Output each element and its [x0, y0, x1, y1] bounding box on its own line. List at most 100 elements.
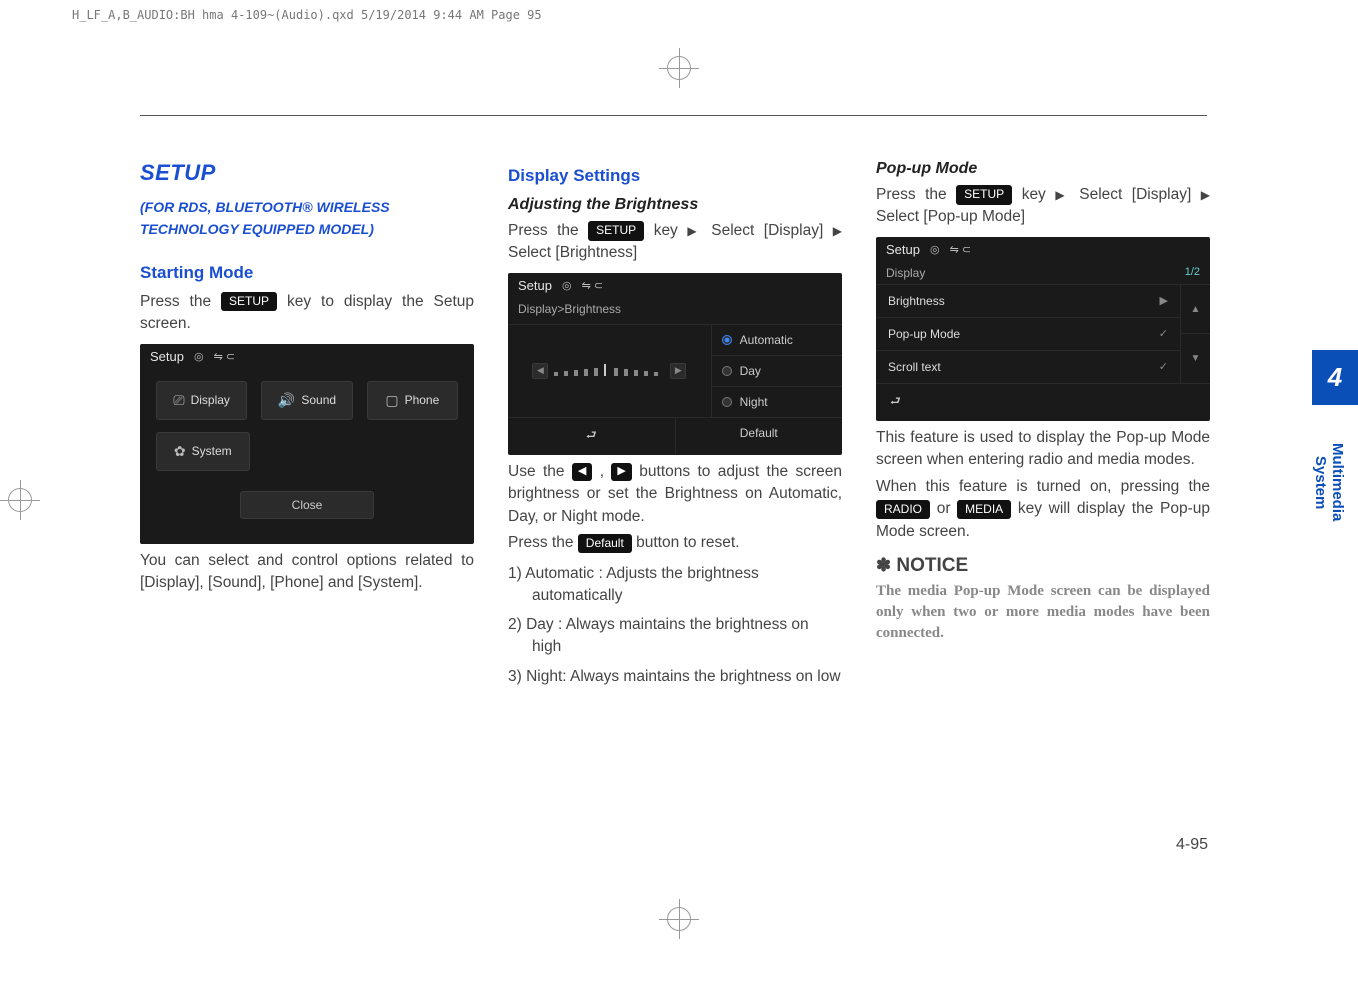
list-item-scroll-text[interactable]: Scroll text ✓ — [876, 351, 1180, 383]
text-select-display: Select [Display] — [1079, 186, 1191, 203]
bt-icon: ⇋ ⊂ — [950, 243, 972, 256]
scroll-up-icon[interactable]: ▲ — [1181, 285, 1210, 335]
brightness-label: Brightness — [888, 294, 945, 308]
sound-label: Sound — [301, 393, 336, 407]
brightness-screenshot: Setup ◎ ⇋ ⊂ Display>Brightness ◀ ▶ Autom… — [508, 273, 842, 455]
starting-mode-paragraph: Press the SETUP key to display the Setup… — [140, 291, 474, 336]
triangle-icon: ▶ — [1055, 188, 1069, 202]
default-keycap: Default — [578, 534, 632, 553]
text-button-reset: button to reset. — [636, 534, 739, 551]
display-button[interactable]: ⎚ Display — [156, 381, 247, 420]
starting-mode-heading: Starting Mode — [140, 263, 474, 283]
disc-icon: ◎ — [194, 350, 204, 363]
header-metadata: H_LF_A,B_AUDIO:BH hma 4-109~(Audio).qxd … — [72, 8, 542, 22]
text-select-popup: Select [Pop-up Mode] — [876, 208, 1025, 225]
ss-row-2: ✿ System — [140, 432, 474, 483]
phone-button[interactable]: ▢ Phone — [367, 381, 458, 420]
brightness-reset: Press the Default button to reset. — [508, 532, 842, 554]
brightness-body: ◀ ▶ Automatic Day — [508, 325, 842, 417]
bt-icon: ⇋ ⊂ — [582, 279, 604, 292]
media-keycap: MEDIA — [957, 500, 1011, 519]
day-label: Day — [740, 364, 761, 378]
text-press-the: Press the — [876, 186, 956, 203]
system-button[interactable]: ✿ System — [156, 432, 250, 471]
setup-keycap: SETUP — [588, 221, 644, 240]
setup-keycap: SETUP — [956, 185, 1012, 204]
ss-title-text: Setup — [886, 242, 920, 257]
triangle-icon: ▶ — [1201, 188, 1210, 202]
notice-star-icon: ✽ — [876, 555, 891, 575]
display-list-screenshot: Setup ◎ ⇋ ⊂ Display 1/2 Brightness ▶ Pop… — [876, 237, 1210, 421]
slider-left-arrow[interactable]: ◀ — [532, 363, 548, 379]
back-button[interactable]: ⮐ — [876, 383, 1210, 421]
text-use-the: Use the — [508, 463, 572, 480]
slider-right-arrow[interactable]: ▶ — [670, 363, 686, 379]
check-icon: ✓ — [1159, 360, 1168, 373]
popup-instruction: Press the SETUP key ▶ Select [Display] ▶… — [876, 184, 1210, 229]
slider-track — [554, 366, 664, 376]
scroll-down-icon[interactable]: ▼ — [1181, 334, 1210, 383]
option-automatic[interactable]: Automatic — [712, 325, 842, 356]
right-arrow-keycap: ▶ — [611, 463, 631, 481]
column-3: Pop-up Mode Press the SETUP key ▶ Select… — [876, 160, 1210, 695]
setup-subtitle-line-1: (FOR RDS, BLUETOOTH® WIRELESS — [140, 199, 390, 215]
setup-subtitle: (FOR RDS, BLUETOOTH® WIRELESS TECHNOLOGY… — [140, 196, 474, 241]
radio-off-icon — [722, 397, 732, 407]
check-icon: ✓ — [1159, 327, 1168, 340]
radio-on-icon — [722, 335, 732, 345]
brightness-use-buttons: Use the ◀ , ▶ buttons to adjust the scre… — [508, 461, 842, 528]
disc-icon: ◎ — [562, 279, 572, 292]
disc-icon: ◎ — [930, 243, 940, 256]
back-button[interactable]: ⮐ — [508, 417, 676, 455]
ss-titlebar: Setup ◎ ⇋ ⊂ — [508, 273, 842, 298]
brightness-bottom-row: ⮐ Default — [508, 417, 842, 455]
setup-keycap: SETUP — [221, 292, 277, 311]
brightness-slider[interactable]: ◀ ▶ — [508, 325, 711, 417]
setup-subtitle-line-2: TECHNOLOGY EQUIPPED MODEL) — [140, 221, 374, 237]
text-key: key — [1022, 186, 1046, 203]
radio-keycap: RADIO — [876, 500, 930, 519]
list-item-popup-mode[interactable]: Pop-up Mode ✓ — [876, 318, 1180, 351]
notice-label: NOTICE — [896, 555, 968, 576]
display-label: Display — [191, 393, 230, 407]
popup-mode-heading: Pop-up Mode — [876, 160, 1210, 178]
page-content: SETUP (FOR RDS, BLUETOOTH® WIRELESS TECH… — [140, 160, 1210, 695]
crop-mark-left — [0, 480, 40, 520]
text-select-display: Select [Display] — [711, 222, 823, 239]
list-item-brightness[interactable]: Brightness ▶ — [876, 285, 1180, 318]
phone-label: Phone — [405, 393, 440, 407]
crop-mark-bottom — [659, 899, 699, 939]
night-label: Night — [740, 395, 768, 409]
crop-mark-top — [659, 48, 699, 88]
adjusting-brightness-heading: Adjusting the Brightness — [508, 196, 842, 214]
scroll-text-label: Scroll text — [888, 360, 941, 374]
notice-heading: ✽ NOTICE — [876, 555, 1210, 577]
side-tab-number: 4 — [1312, 350, 1358, 405]
brightness-list: 1) Automatic : Adjusts the brightness au… — [508, 563, 842, 687]
bt-icon: ⇋ ⊂ — [214, 350, 236, 363]
text-when-on: When this feature is turned on, pressing… — [876, 478, 1210, 495]
display-list-body: Brightness ▶ Pop-up Mode ✓ Scroll text ✓… — [876, 285, 1210, 383]
system-icon: ✿ — [174, 443, 186, 460]
option-day[interactable]: Day — [712, 356, 842, 387]
triangle-icon: ▶ — [687, 224, 701, 238]
setup-title: SETUP — [140, 160, 474, 186]
popup-label: Pop-up Mode — [888, 327, 960, 341]
sound-button[interactable]: 🔊 Sound — [261, 381, 352, 420]
text-press-the: Press the — [508, 222, 588, 239]
ss-title-text: Setup — [150, 349, 184, 364]
scrollbar[interactable]: ▲ ▼ — [1180, 285, 1210, 383]
text-key: key — [654, 222, 678, 239]
text-select-brightness: Select [Brightness] — [508, 244, 637, 261]
chevron-right-icon: ▶ — [1160, 294, 1168, 307]
popup-radio-media: When this feature is turned on, pressing… — [876, 476, 1210, 543]
top-horizontal-rule — [140, 115, 1207, 116]
close-button[interactable]: Close — [240, 491, 374, 519]
option-night[interactable]: Night — [712, 387, 842, 417]
ss-row-1: ⎚ Display 🔊 Sound ▢ Phone — [140, 369, 474, 432]
page-number: 4-95 — [1176, 836, 1208, 854]
default-button[interactable]: Default — [676, 417, 843, 455]
automatic-label: Automatic — [740, 333, 793, 347]
list-item-automatic: 1) Automatic : Adjusts the brightness au… — [508, 563, 842, 606]
ss-titlebar: Setup ◎ ⇋ ⊂ — [140, 344, 474, 369]
